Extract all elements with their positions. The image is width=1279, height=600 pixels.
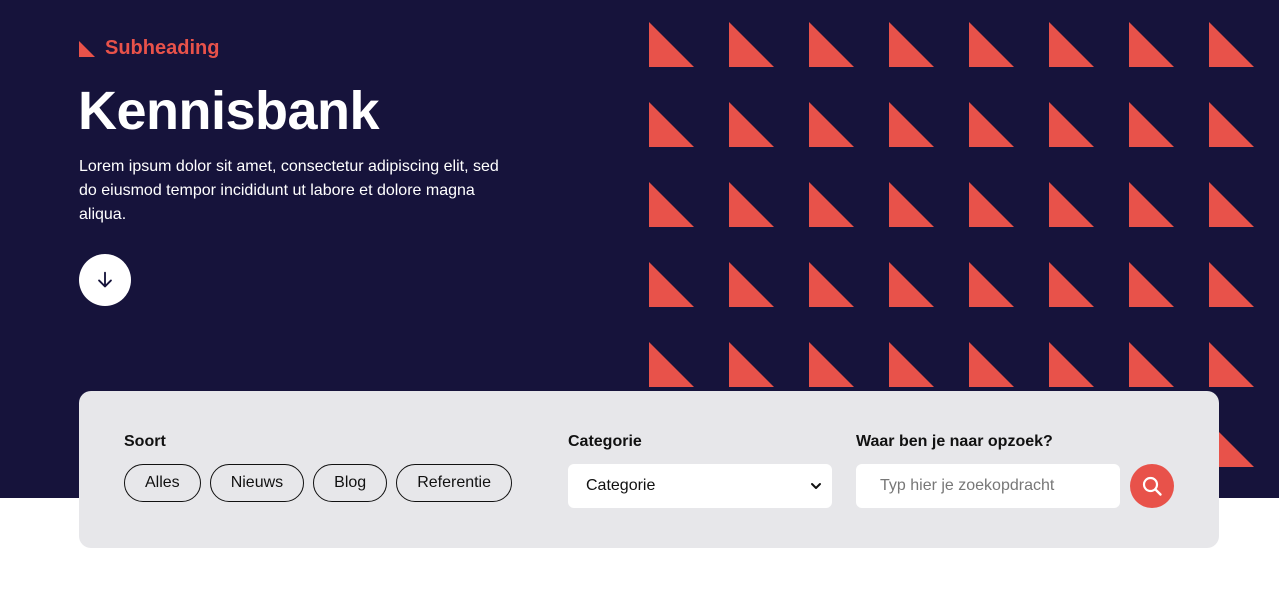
pattern-triangle	[1129, 22, 1174, 67]
search-icon	[1142, 476, 1162, 496]
subheading-text: Subheading	[105, 37, 220, 59]
pattern-triangle	[809, 182, 854, 227]
pattern-triangle	[1209, 182, 1254, 227]
pattern-triangle	[1049, 22, 1094, 67]
search-input[interactable]	[856, 464, 1120, 508]
triangle-mark-icon	[79, 40, 95, 57]
category-filter-label: Categorie	[568, 433, 642, 450]
scroll-down-button[interactable]	[79, 254, 131, 306]
filter-panel: Soort Alles Nieuws Blog Referentie Categ…	[79, 391, 1219, 548]
chip-referentie[interactable]: Referentie	[396, 464, 513, 502]
category-select[interactable]: Categorie	[568, 464, 832, 508]
pattern-triangle	[1129, 342, 1174, 387]
pattern-triangle	[889, 262, 934, 307]
pattern-triangle	[1209, 342, 1254, 387]
pattern-triangle	[729, 342, 774, 387]
category-select-value: Categorie	[586, 477, 656, 494]
pattern-triangle	[969, 102, 1014, 147]
pattern-triangle	[1209, 22, 1254, 67]
search-label: Waar ben je naar opzoek?	[856, 433, 1053, 450]
pattern-triangle	[889, 22, 934, 67]
pattern-triangle	[649, 182, 694, 227]
intro-text: Lorem ipsum dolor sit amet, consectetur …	[79, 158, 499, 223]
search-button[interactable]	[1130, 464, 1174, 508]
chip-alles[interactable]: Alles	[124, 464, 201, 502]
chip-blog[interactable]: Blog	[313, 464, 388, 502]
pattern-triangle	[809, 22, 854, 67]
pattern-triangle	[1209, 102, 1254, 147]
pattern-triangle	[809, 262, 854, 307]
pattern-triangle	[969, 262, 1014, 307]
pattern-triangle	[809, 102, 854, 147]
chip-nieuws[interactable]: Nieuws	[209, 464, 305, 502]
pattern-triangle	[1049, 262, 1094, 307]
pattern-triangle	[1049, 182, 1094, 227]
pattern-triangle	[1049, 342, 1094, 387]
pattern-triangle	[1049, 102, 1094, 147]
pattern-triangle	[809, 342, 854, 387]
pattern-triangle	[889, 342, 934, 387]
pattern-triangle	[889, 182, 934, 227]
subheading: Subheading	[79, 37, 219, 60]
pattern-triangle	[969, 182, 1014, 227]
pattern-triangle	[1129, 262, 1174, 307]
type-filter-label: Soort	[124, 433, 166, 450]
pattern-triangle	[649, 262, 694, 307]
pattern-triangle	[729, 22, 774, 67]
chevron-down-icon	[811, 483, 821, 489]
pattern-triangle	[729, 102, 774, 147]
type-filter-chips: Alles Nieuws Blog Referentie	[124, 464, 513, 502]
arrow-down-icon	[98, 271, 112, 288]
pattern-triangle	[1129, 182, 1174, 227]
pattern-triangle	[969, 342, 1014, 387]
pattern-triangle	[889, 102, 934, 147]
pattern-triangle	[729, 182, 774, 227]
pattern-triangle	[649, 22, 694, 67]
page-title: Kennisbank	[78, 81, 380, 141]
pattern-triangle	[649, 102, 694, 147]
pattern-triangle	[649, 342, 694, 387]
pattern-triangle	[1129, 102, 1174, 147]
pattern-triangle	[969, 22, 1014, 67]
pattern-triangle	[1209, 262, 1254, 307]
pattern-triangle	[729, 262, 774, 307]
